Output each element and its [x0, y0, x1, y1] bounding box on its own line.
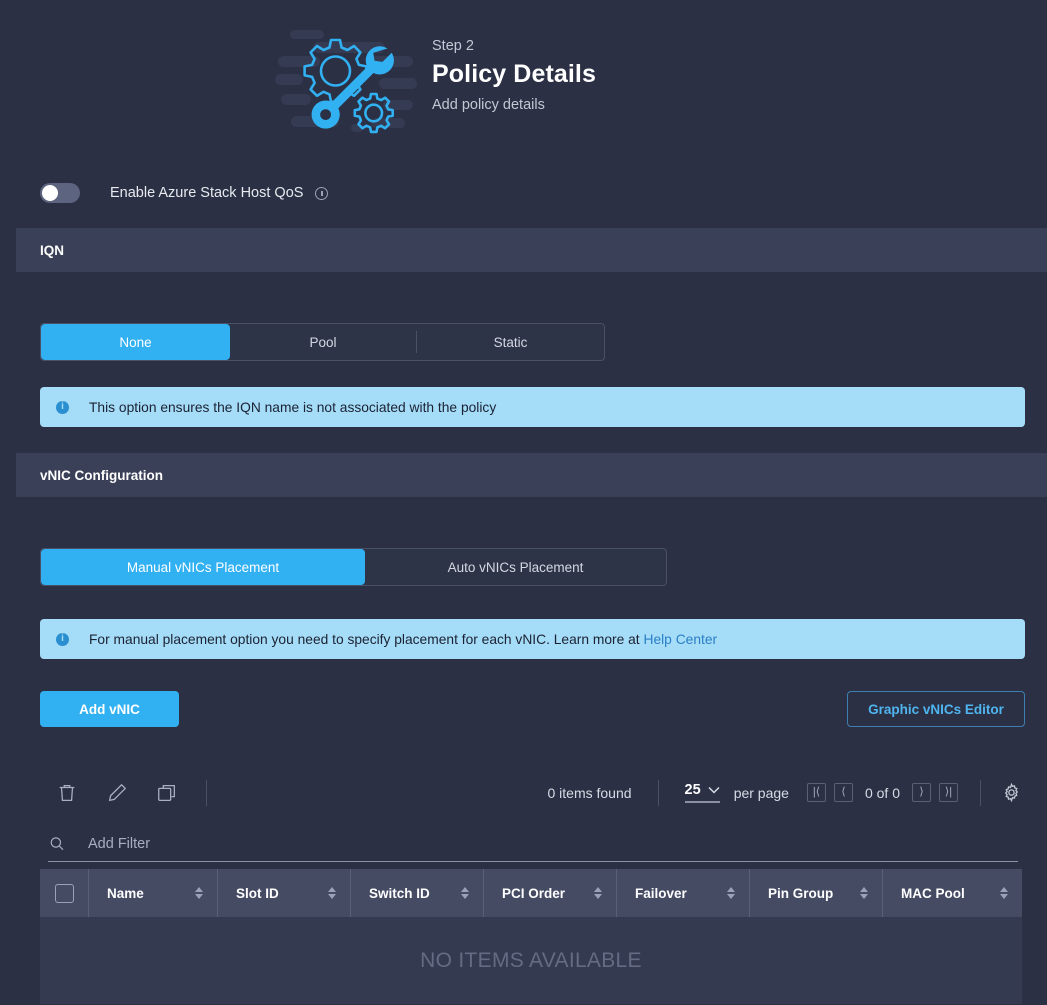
column-header-pin-group[interactable]: Pin Group: [750, 869, 883, 917]
next-page-icon[interactable]: ⟩: [912, 783, 931, 802]
azure-stack-qos-row: Enable Azure Stack Host QoS: [40, 183, 1047, 203]
sort-arrows-icon: [195, 887, 203, 899]
iqn-section-header: IQN: [16, 228, 1047, 272]
select-all-header-cell: [40, 869, 89, 917]
iqn-tab-none[interactable]: None: [41, 324, 230, 360]
iqn-tab-none-label: None: [119, 334, 152, 350]
select-all-checkbox[interactable]: [54, 883, 74, 903]
iqn-section-title: IQN: [40, 242, 65, 258]
chevron-down-icon: [708, 786, 720, 794]
items-found-label: 0 items found: [547, 784, 632, 801]
vnic-tab-auto-placement-label: Auto vNICs Placement: [447, 559, 584, 575]
vnic-info-banner-text: For manual placement option you need to …: [89, 632, 717, 647]
per-page-select[interactable]: 25: [684, 782, 720, 803]
toolbar-divider: [980, 779, 981, 806]
column-header-pci-order[interactable]: PCI Order: [484, 869, 617, 917]
clone-icon[interactable]: [156, 782, 178, 804]
help-center-link[interactable]: Help Center: [643, 632, 717, 647]
column-header-switch-id[interactable]: Switch ID: [351, 869, 484, 917]
sort-arrows-icon: [461, 887, 469, 899]
column-header-pci-order-label: PCI Order: [502, 885, 566, 901]
vnic-table: Name Slot ID Switch ID PCI Order Failove…: [40, 869, 1022, 1004]
sort-arrows-icon: [328, 887, 336, 899]
vnic-placement-tabs: Manual vNICs Placement Auto vNICs Placem…: [40, 548, 667, 586]
vnic-tab-auto-placement[interactable]: Auto vNICs Placement: [365, 549, 666, 585]
page-subtitle: Add policy details: [432, 97, 545, 113]
graphic-vnics-editor-button[interactable]: Graphic vNICs Editor: [847, 691, 1025, 727]
pagination-controls: |⟨ ⟨ 0 of 0 ⟩ ⟩|: [806, 783, 958, 802]
toolbar-divider: [206, 779, 207, 806]
column-header-pin-group-label: Pin Group: [768, 885, 834, 901]
step-label: Step 2: [432, 38, 474, 54]
iqn-info-banner-text: This option ensures the IQN name is not …: [89, 399, 497, 415]
first-page-icon[interactable]: |⟨: [806, 783, 826, 802]
iqn-info-banner: i This option ensures the IQN name is no…: [40, 387, 1025, 427]
iqn-tab-static-label: Static: [493, 334, 528, 350]
iqn-tab-pool[interactable]: Pool: [230, 324, 416, 360]
sort-arrows-icon: [727, 887, 735, 899]
column-header-failover-label: Failover: [635, 885, 687, 901]
toggle-knob: [42, 185, 58, 201]
sort-arrows-icon: [594, 887, 602, 899]
add-vnic-button[interactable]: Add vNIC: [40, 691, 179, 727]
vnic-tab-manual-placement[interactable]: Manual vNICs Placement: [41, 549, 365, 585]
per-page-label: per page: [733, 784, 789, 801]
table-header-row: Name Slot ID Switch ID PCI Order Failove…: [40, 869, 1022, 917]
iqn-type-tabs: None Pool Static: [40, 323, 605, 361]
edit-pencil-icon[interactable]: [106, 782, 128, 804]
sort-arrows-icon: [860, 887, 868, 899]
enable-azure-stack-host-qos-toggle[interactable]: [40, 183, 80, 203]
prev-page-icon[interactable]: ⟨: [833, 783, 853, 802]
gear-icon[interactable]: [1001, 782, 1022, 803]
table-body: NO ITEMS AVAILABLE: [40, 917, 1022, 1004]
table-toolbar: 0 items found 25 per page |⟨ ⟨ 0 of 0 ⟩ …: [40, 770, 1022, 815]
page-title: Policy Details: [432, 60, 596, 88]
column-header-name[interactable]: Name: [89, 869, 218, 917]
add-filter-placeholder: Add Filter: [88, 835, 151, 852]
per-page-value: 25: [684, 782, 701, 798]
info-circle-icon: i: [56, 632, 69, 646]
last-page-icon[interactable]: ⟩|: [939, 783, 958, 802]
iqn-tab-pool-label: Pool: [309, 334, 337, 350]
add-filter-row[interactable]: Add Filter: [48, 826, 1018, 862]
trash-icon[interactable]: [56, 782, 78, 804]
vnic-section-title: vNIC Configuration: [40, 467, 163, 483]
page-status: 0 of 0: [864, 784, 900, 801]
search-icon: [50, 836, 64, 850]
page-header: Step 2 Policy Details Add policy details: [0, 0, 1047, 140]
enable-azure-stack-host-qos-label: Enable Azure Stack Host QoS: [110, 185, 304, 201]
vnic-tab-manual-placement-label: Manual vNICs Placement: [126, 559, 280, 575]
column-header-slot-id-label: Slot ID: [236, 885, 279, 901]
vnic-section-header: vNIC Configuration: [16, 453, 1047, 497]
column-header-mac-pool[interactable]: MAC Pool: [883, 869, 1022, 917]
gear-wrench-illustration: [275, 18, 420, 140]
column-header-switch-id-label: Switch ID: [369, 885, 430, 901]
info-circle-icon[interactable]: [315, 186, 329, 200]
iqn-tab-static[interactable]: Static: [417, 324, 604, 360]
info-circle-icon: i: [56, 400, 69, 414]
column-header-name-label: Name: [107, 885, 144, 901]
vnic-info-banner-message: For manual placement option you need to …: [89, 631, 644, 647]
column-header-mac-pool-label: MAC Pool: [901, 885, 965, 901]
sort-arrows-icon: [1000, 887, 1008, 899]
vnic-info-banner: i For manual placement option you need t…: [40, 619, 1025, 659]
no-items-available-message: NO ITEMS AVAILABLE: [420, 948, 642, 972]
column-header-slot-id[interactable]: Slot ID: [218, 869, 351, 917]
column-header-failover[interactable]: Failover: [617, 869, 750, 917]
toolbar-divider: [657, 779, 659, 806]
